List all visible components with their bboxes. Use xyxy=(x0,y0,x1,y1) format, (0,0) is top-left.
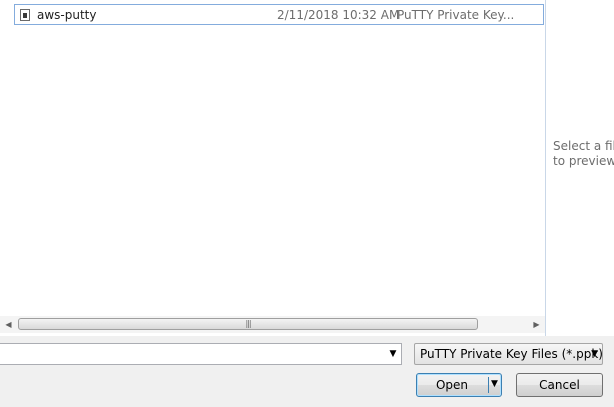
grip-icon: ||| xyxy=(245,319,251,328)
cancel-button[interactable]: Cancel xyxy=(516,373,603,397)
scroll-thumb[interactable]: ||| xyxy=(18,318,478,330)
file-date-modified: 2/11/2018 10:32 AM xyxy=(277,8,400,22)
chevron-down-icon[interactable]: ▼ xyxy=(491,379,498,389)
preview-message: Select a file to preview. xyxy=(553,139,614,168)
file-list-pane[interactable]: aws-putty 2/11/2018 10:32 AM PuTTY Priva… xyxy=(0,0,546,336)
scroll-left-icon[interactable]: ◀ xyxy=(0,316,17,333)
file-type: PuTTY Private Key... xyxy=(397,8,515,22)
chevron-down-icon[interactable]: ▼ xyxy=(386,348,400,360)
chevron-down-icon: ▼ xyxy=(591,349,598,359)
file-row[interactable]: aws-putty 2/11/2018 10:32 AM PuTTY Priva… xyxy=(14,4,544,25)
file-open-dialog: aws-putty 2/11/2018 10:32 AM PuTTY Priva… xyxy=(0,0,614,407)
horizontal-scrollbar[interactable]: ◀ ||| ▶ xyxy=(0,316,545,333)
split-divider xyxy=(488,377,489,393)
file-icon xyxy=(20,8,30,21)
open-button[interactable]: Open ▼ xyxy=(416,373,502,397)
open-button-label: Open xyxy=(435,378,469,392)
file-name: aws-putty xyxy=(37,8,97,22)
file-type-filter-select[interactable]: PuTTY Private Key Files (*.ppk) ▼ xyxy=(414,343,603,365)
scroll-right-icon[interactable]: ▶ xyxy=(528,316,545,333)
filename-input[interactable] xyxy=(0,343,402,365)
filter-selected-value: PuTTY Private Key Files (*.ppk) xyxy=(420,347,603,361)
preview-pane: Select a file to preview. xyxy=(546,0,614,336)
